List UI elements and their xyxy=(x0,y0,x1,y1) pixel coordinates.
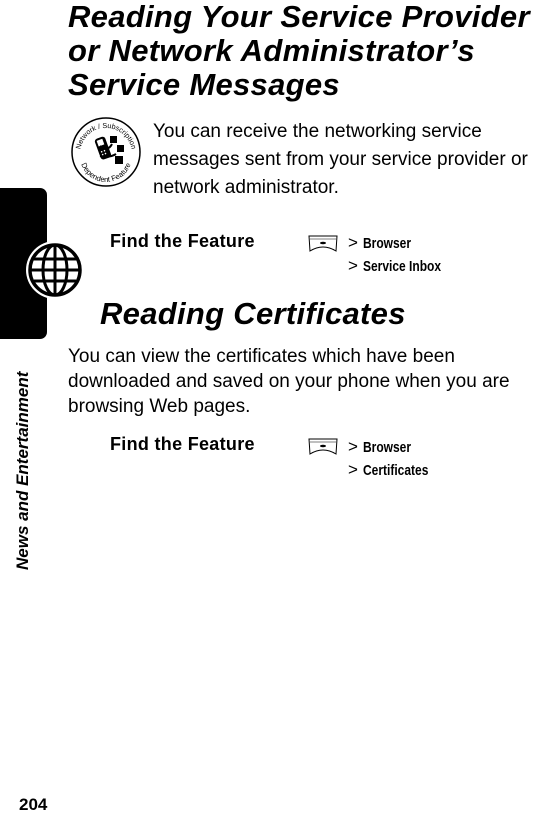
menu-separator: > xyxy=(348,437,358,456)
network-subscription-dependent-feature-icon: Network / Subscription Dependent Feature xyxy=(71,117,141,187)
menu-path-certificates: > Browser > Certificates xyxy=(348,436,445,482)
menu-item-browser[interactable]: Browser xyxy=(363,233,411,255)
globe-icon xyxy=(26,241,84,299)
find-the-feature-label: Find the Feature xyxy=(110,231,255,251)
certificates-description: You can view the certificates which have… xyxy=(68,346,510,417)
chapter-label: News and Entertainment xyxy=(13,371,32,570)
find-the-feature-label: Find the Feature xyxy=(110,434,255,454)
service-messages-description: You can receive the networking service m… xyxy=(153,121,528,198)
menu-path-service-inbox: > Browser > Service Inbox xyxy=(348,232,460,278)
menu-key-icon xyxy=(308,438,338,455)
menu-step: > Service Inbox xyxy=(348,255,460,278)
page-number: 204 xyxy=(19,795,48,814)
menu-item-browser[interactable]: Browser xyxy=(363,437,411,459)
menu-separator: > xyxy=(348,256,358,275)
menu-step: > Browser xyxy=(348,436,445,459)
menu-step: > Browser xyxy=(348,232,460,255)
section-title-service-messages: Reading Your Service Provider or Network… xyxy=(68,0,530,102)
menu-step: > Certificates xyxy=(348,459,445,482)
menu-key-icon xyxy=(308,235,338,252)
menu-item-certificates[interactable]: Certificates xyxy=(363,460,428,482)
menu-item-service-inbox[interactable]: Service Inbox xyxy=(363,256,441,278)
menu-separator: > xyxy=(348,233,358,252)
menu-separator: > xyxy=(348,460,358,479)
section-title-reading-certificates: Reading Certificates xyxy=(100,296,406,331)
